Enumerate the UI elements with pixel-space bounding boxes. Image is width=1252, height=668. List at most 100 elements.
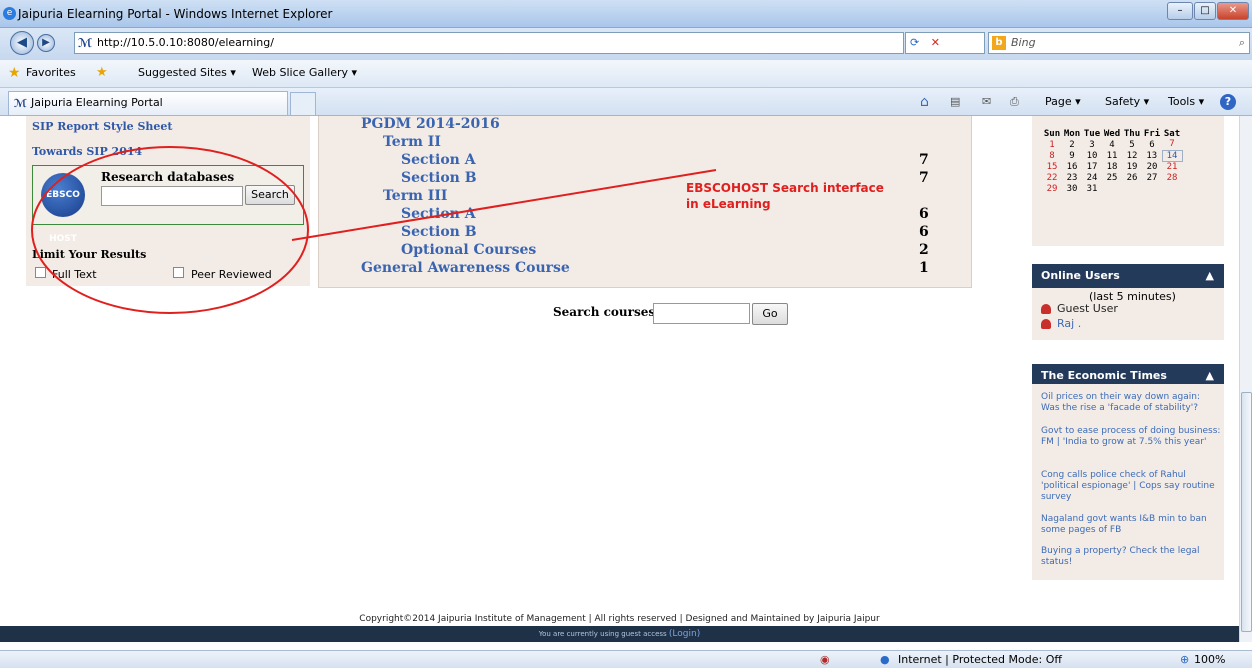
course-count: 2 (919, 242, 929, 258)
home-icon[interactable]: ⌂ (920, 88, 929, 116)
calendar-day[interactable]: 1 (1042, 139, 1062, 150)
vertical-scrollbar[interactable] (1239, 116, 1252, 642)
privacy-icon[interactable]: ◉ (820, 651, 830, 668)
calendar-day[interactable]: 16 (1062, 161, 1082, 172)
calendar-day[interactable]: 12 (1122, 150, 1142, 161)
towards-sip-link[interactable]: Towards SIP 2014 (32, 145, 142, 158)
calendar-day[interactable]: 11 (1102, 150, 1122, 161)
calendar-day[interactable]: 7 (1162, 139, 1182, 150)
forward-button[interactable]: ▶ (37, 34, 55, 52)
calendar-day[interactable]: 10 (1082, 150, 1102, 161)
calendar-day[interactable]: 3 (1082, 139, 1102, 150)
calendar-day[interactable]: 20 (1142, 161, 1162, 172)
calendar-day[interactable]: 13 (1142, 150, 1162, 161)
web-slice-gallery-link[interactable]: Web Slice Gallery ▾ (252, 60, 357, 86)
news-link[interactable]: Buying a property? Check the legal statu… (1041, 546, 1221, 568)
new-tab-button[interactable] (290, 92, 316, 115)
course-link[interactable]: General Awareness Course (361, 260, 570, 276)
calendar-day[interactable]: 5 (1122, 139, 1142, 150)
calendar-day[interactable]: 17 (1082, 161, 1102, 172)
calendar-today[interactable]: 14 (1161, 149, 1183, 162)
course-link[interactable]: Section A (401, 152, 476, 168)
limit-results-title: Limit Your Results (32, 248, 147, 261)
calendar-day[interactable]: 28 (1162, 172, 1182, 183)
course-link[interactable]: Section B (401, 170, 477, 186)
course-link[interactable]: Optional Courses (401, 242, 536, 258)
calendar-day[interactable]: 22 (1042, 172, 1062, 183)
stop-icon[interactable]: ✕ (931, 36, 940, 49)
course-count: 1 (919, 260, 929, 276)
print-icon[interactable]: ⎙ (1010, 88, 1019, 116)
calendar-day[interactable]: 30 (1062, 183, 1082, 194)
calendar-day[interactable]: 4 (1102, 139, 1122, 150)
peer-reviewed-checkbox[interactable] (173, 267, 184, 278)
calendar-day[interactable]: 8 (1042, 150, 1062, 161)
calendar-day[interactable]: 29 (1042, 183, 1062, 194)
back-button[interactable]: ◀ (10, 31, 34, 55)
copyright-text: Copyright©2014 Jaipuria Institute of Man… (359, 614, 880, 624)
favorites-button[interactable]: Favorites (26, 60, 76, 86)
url-text: http://10.5.0.10:8080/elearning/ (97, 36, 274, 49)
minimize-button[interactable]: – (1167, 2, 1193, 20)
calendar-day[interactable]: 31 (1082, 183, 1102, 194)
page-menu[interactable]: Page ▾ (1045, 88, 1081, 116)
calendar-day[interactable]: 24 (1082, 172, 1102, 183)
online-user-link[interactable]: Raj . (1057, 317, 1081, 330)
calendar-day[interactable]: 6 (1142, 139, 1162, 150)
add-favorite-icon[interactable]: ★ (96, 60, 108, 86)
calendar-day[interactable]: 25 (1102, 172, 1122, 183)
calendar-day[interactable]: 27 (1142, 172, 1162, 183)
help-icon[interactable]: ? (1220, 94, 1236, 110)
maximize-button[interactable]: □ (1194, 2, 1216, 20)
calendar-day-header: Thu (1123, 128, 1141, 139)
calendar-day[interactable]: 18 (1102, 161, 1122, 172)
calendar-day[interactable]: 15 (1042, 161, 1062, 172)
window-title: Jaipuria Elearning Portal - Windows Inte… (18, 7, 333, 21)
program-heading[interactable]: PGDM 2014-2016 (361, 116, 500, 132)
news-link[interactable]: Govt to ease process of doing business: … (1041, 426, 1221, 448)
tools-menu[interactable]: Tools ▾ (1168, 88, 1204, 116)
news-link[interactable]: Oil prices on their way down again: Was … (1041, 392, 1221, 414)
calendar-day (1162, 183, 1182, 194)
feeds-icon[interactable]: ▤ (950, 88, 960, 116)
refresh-icon[interactable]: ⟳ (910, 36, 919, 49)
title-bar: e Jaipuria Elearning Portal - Windows In… (0, 0, 1252, 28)
scrollbar-thumb[interactable] (1241, 392, 1252, 632)
sip-report-link[interactable]: SIP Report Style Sheet (32, 120, 173, 133)
url-field[interactable]: ℳ http://10.5.0.10:8080/elearning/ (74, 32, 904, 54)
mail-icon[interactable]: ✉ (982, 88, 991, 116)
search-courses-input[interactable] (653, 303, 750, 324)
search-field[interactable]: b Bing ⌕ (988, 32, 1250, 54)
calendar-day[interactable]: 23 (1062, 172, 1082, 183)
calendar-day[interactable]: 2 (1062, 139, 1082, 150)
online-user: Guest User (1057, 302, 1118, 315)
full-text-checkbox[interactable] (35, 267, 46, 278)
ebsco-search-input[interactable] (101, 186, 243, 206)
zoom-level[interactable]: 100% (1194, 651, 1225, 668)
search-courses-go-button[interactable]: Go (752, 303, 788, 325)
calendar-day[interactable]: 21 (1162, 161, 1182, 172)
tab-title: Jaipuria Elearning Portal (31, 96, 163, 109)
calendar-day (1122, 183, 1142, 194)
calendar-day[interactable]: 19 (1122, 161, 1142, 172)
calendar-day[interactable]: 26 (1122, 172, 1142, 183)
collapse-arrow-icon[interactable]: ▲ (1206, 264, 1214, 288)
course-link[interactable]: Term II (383, 134, 441, 150)
calendar-day[interactable]: 9 (1062, 150, 1082, 161)
tab-active[interactable]: ℳ Jaipuria Elearning Portal (8, 91, 288, 115)
calendar-day-header: Wed (1103, 128, 1121, 139)
course-link[interactable]: Section B (401, 224, 477, 240)
internet-globe-icon: ● (880, 653, 890, 666)
news-link[interactable]: Nagaland govt wants I&B min to ban some … (1041, 514, 1221, 536)
online-users-block: (last 5 minutes) Guest User Raj . (1032, 288, 1224, 340)
magnifier-icon[interactable]: ⌕ (1239, 33, 1245, 53)
login-link[interactable]: (Login) (669, 629, 700, 639)
suggested-sites-link[interactable]: Suggested Sites ▾ (138, 60, 236, 86)
news-link[interactable]: Cong calls police check of Rahul 'politi… (1041, 470, 1221, 503)
safety-menu[interactable]: Safety ▾ (1105, 88, 1149, 116)
ebsco-search-button[interactable]: Search (245, 185, 295, 205)
zoom-icon[interactable]: ⊕ (1180, 651, 1189, 668)
course-link[interactable]: Term III (383, 188, 447, 204)
course-link[interactable]: Section A (401, 206, 476, 222)
close-button[interactable]: ✕ (1217, 2, 1249, 20)
